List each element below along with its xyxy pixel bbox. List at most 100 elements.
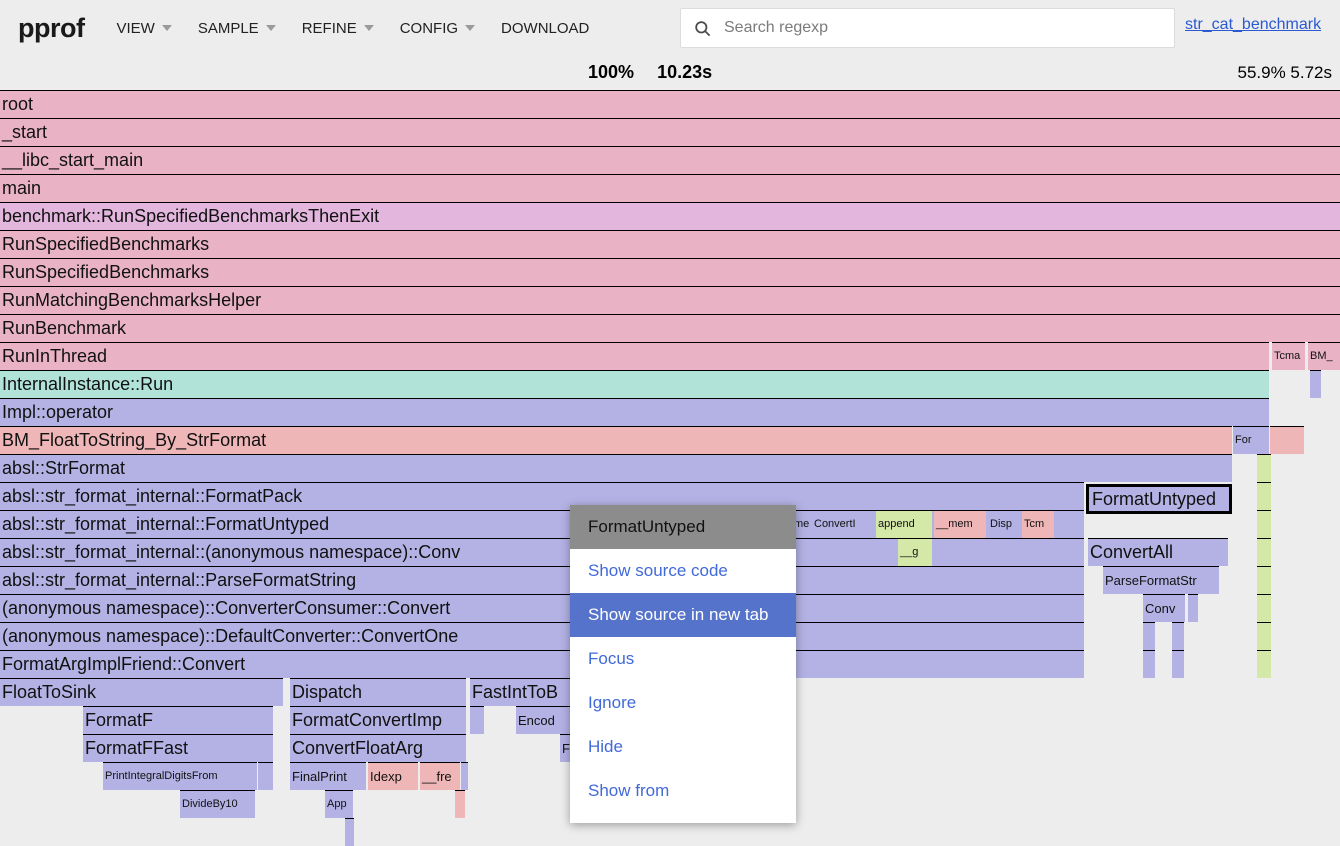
flame-box[interactable]: InternalInstance::Run [0,370,1269,398]
flame-box-unlabeled[interactable] [1257,454,1271,482]
chevron-down-icon [266,25,276,31]
flame-box-unlabeled[interactable] [1172,650,1184,678]
flame-box-unlabeled[interactable] [1257,594,1271,622]
flame-box-unlabeled[interactable] [470,706,484,734]
flame-box[interactable]: FloatToSink [0,678,283,706]
flame-box-unlabeled[interactable] [258,762,273,790]
flame-box[interactable]: FormatFFast [83,734,273,762]
flame-box-unlabeled[interactable] [1172,622,1184,650]
flame-box[interactable]: Tcma [1272,342,1305,370]
flame-box[interactable]: FinalPrint [290,762,366,790]
search-icon [693,19,712,38]
selected-node-highlight[interactable]: FormatUntyped [1086,484,1232,514]
context-menu-item-hide[interactable]: Hide [570,725,796,769]
flame-box[interactable]: _start [0,118,1340,146]
flame-box[interactable]: (anonymous namespace)::DefaultConverter:… [0,622,1084,650]
flame-box[interactable]: Encod [516,706,576,734]
flame-box-unlabeled[interactable] [1257,650,1271,678]
app-logo: pprof [18,13,84,44]
flame-box[interactable]: RunBenchmark [0,314,1340,342]
flame-box[interactable]: RunSpecifiedBenchmarks [0,258,1340,286]
total-time: 10.23s [657,62,712,82]
total-percent: 100% [588,62,634,82]
flame-box-unlabeled[interactable] [1188,594,1198,622]
menu-download-label: DOWNLOAD [501,20,589,37]
context-menu-item-focus[interactable]: Focus [570,637,796,681]
flame-box[interactable]: ConvertI [812,510,874,538]
flame-box[interactable]: __g [898,538,932,566]
menu-refine-label: REFINE [302,20,357,37]
menu-sample[interactable]: SAMPLE [198,20,276,37]
flame-box[interactable]: ConvertAll [1088,538,1228,566]
flame-box[interactable]: main [0,174,1340,202]
stats-bar: 100% 10.23s 55.9% 5.72s [0,60,1340,90]
chevron-down-icon [465,25,475,31]
menu-config-label: CONFIG [400,20,458,37]
menu-sample-label: SAMPLE [198,20,259,37]
flame-box[interactable]: absl::StrFormat [0,454,1232,482]
flame-box[interactable]: __libc_start_main [0,146,1340,174]
context-menu-item-show-source-new-tab[interactable]: Show source in new tab [570,593,796,637]
flame-box[interactable]: PrintIntegralDigitsFrom [103,762,257,790]
flame-box[interactable]: BM_FloatToString_By_StrFormat [0,426,1232,454]
menu-view-label: VIEW [116,20,154,37]
flame-box[interactable]: absl::str_format_internal::FormatPack [0,482,1084,510]
context-menu[interactable]: FormatUntyped Show source code Show sour… [570,505,796,823]
flame-box-unlabeled[interactable] [455,790,465,818]
flame-box[interactable]: BM_ [1308,342,1340,370]
context-menu-item-show-from[interactable]: Show from [570,769,796,813]
flame-box[interactable]: __fre [420,762,460,790]
flame-box[interactable]: __mem [934,510,986,538]
flame-box[interactable]: Dispatch [290,678,466,706]
flame-box-unlabeled[interactable] [345,818,354,846]
flame-box[interactable]: App [325,790,353,818]
flame-box-unlabeled[interactable] [1143,650,1155,678]
search-box[interactable] [680,8,1175,48]
flame-box[interactable]: FormatConvertImp [290,706,466,734]
flame-box[interactable]: FormatF [83,706,273,734]
flame-box[interactable]: root [0,90,1340,118]
flame-box-unlabeled[interactable] [1057,510,1069,538]
flame-box[interactable]: Conv [1143,594,1185,622]
context-menu-item-show-source-code[interactable]: Show source code [570,549,796,593]
flame-box[interactable]: absl::str_format_internal::ParseFormatSt… [0,566,1084,594]
selected-stats: 55.9% 5.72s [1237,63,1332,83]
menu-view[interactable]: VIEW [116,20,171,37]
flame-box-unlabeled[interactable] [1143,622,1155,650]
flame-box-unlabeled[interactable] [1257,510,1271,538]
flame-box[interactable]: (anonymous namespace)::ConverterConsumer… [0,594,1084,622]
flame-box[interactable]: RunMatchingBenchmarksHelper [0,286,1340,314]
chevron-down-icon [162,25,172,31]
flame-box-unlabeled[interactable] [1270,426,1304,454]
menu-config[interactable]: CONFIG [400,20,475,37]
profile-link[interactable]: str_cat_benchmark [1185,16,1321,34]
flame-box[interactable]: benchmark::RunSpecifiedBenchmarksThenExi… [0,202,1340,230]
flame-box[interactable]: RunSpecifiedBenchmarks [0,230,1340,258]
flame-box[interactable]: DivideBy10 [180,790,255,818]
flame-box[interactable]: For [1233,426,1269,454]
flame-box-unlabeled[interactable] [1257,622,1271,650]
chevron-down-icon [364,25,374,31]
context-menu-title: FormatUntyped [570,505,796,549]
menu-refine[interactable]: REFINE [302,20,374,37]
flame-box-unlabeled[interactable] [1257,482,1271,510]
flame-box-unlabeled[interactable] [461,762,468,790]
flame-box[interactable]: Tcm [1022,510,1054,538]
flame-box[interactable]: ConvertFloatArg [290,734,466,762]
flame-box[interactable]: append [876,510,932,538]
flame-box-unlabeled[interactable] [1257,566,1271,594]
menu-download[interactable]: DOWNLOAD [501,20,589,37]
flame-box[interactable]: Impl::operator [0,398,1269,426]
app-header: pprof VIEW SAMPLE REFINE CONFIG DOWNLOAD… [0,0,1340,56]
flame-box[interactable]: ParseFormatStr [1103,566,1219,594]
flame-box[interactable]: FormatArgImplFriend::Convert [0,650,1084,678]
flame-box[interactable]: Idexp [368,762,418,790]
context-menu-item-ignore[interactable]: Ignore [570,681,796,725]
flame-box-unlabeled[interactable] [1310,370,1321,398]
selected-node-label: FormatUntyped [1092,489,1216,509]
search-input[interactable] [722,18,1152,38]
flame-box[interactable]: RunInThread [0,342,1269,370]
flame-box[interactable]: Disp [988,510,1020,538]
total-stats: 100% 10.23s [588,62,712,83]
flame-box-unlabeled[interactable] [1257,538,1271,566]
